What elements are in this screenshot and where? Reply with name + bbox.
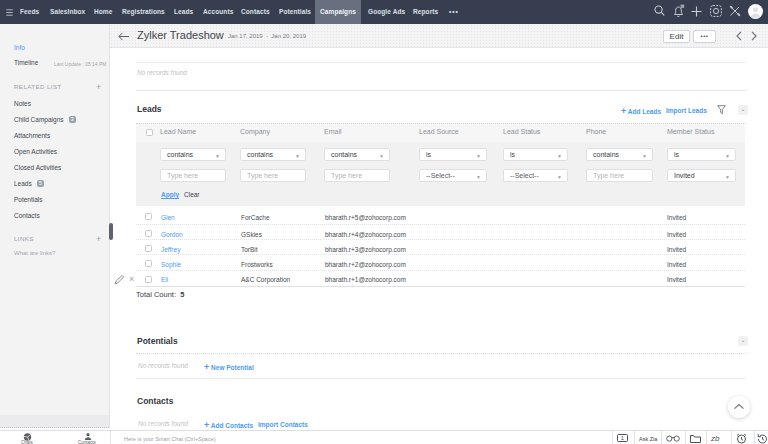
svg-text:1: 1: [621, 435, 625, 441]
